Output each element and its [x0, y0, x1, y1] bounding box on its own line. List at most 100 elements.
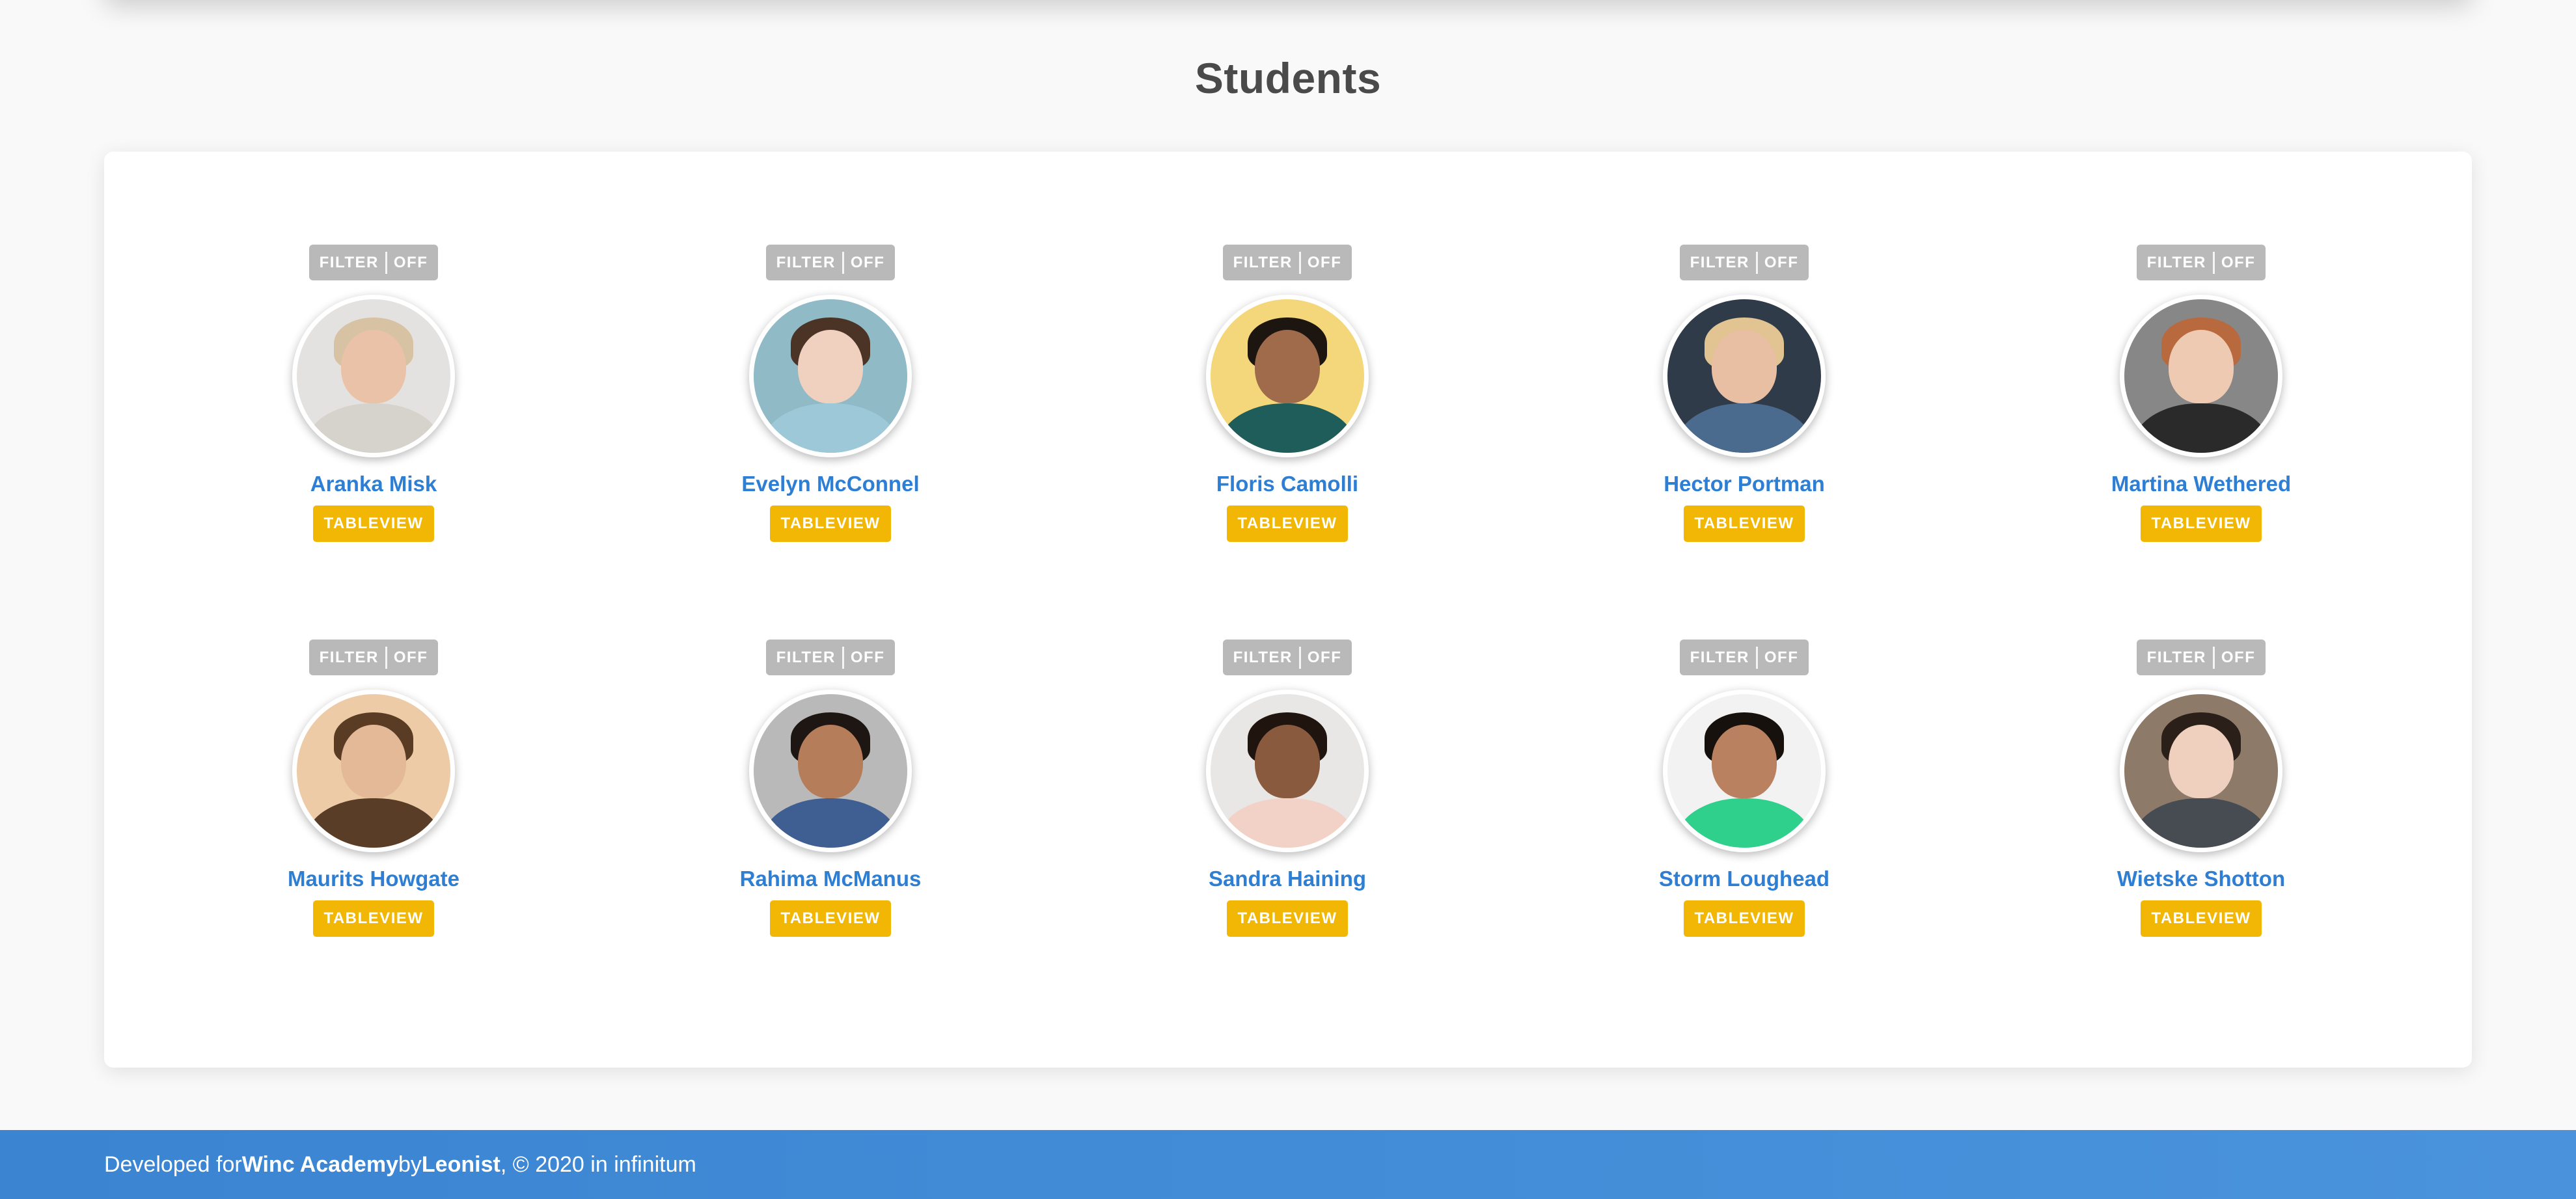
avatar-body — [304, 798, 443, 848]
filter-state: OFF — [850, 648, 885, 666]
filter-label: FILTER — [2146, 253, 2206, 271]
filter-label: FILTER — [2146, 648, 2206, 666]
avatar-head — [1255, 330, 1320, 404]
student-card: FILTER OFF Rahima McManus TABLEVIEW — [674, 640, 987, 952]
filter-divider — [1755, 251, 1758, 274]
tableview-button[interactable]: TABLEVIEW — [1684, 505, 1805, 542]
student-avatar[interactable] — [292, 690, 455, 852]
footer: Developed for Winc Academy by Leonist , … — [0, 1130, 2576, 1199]
student-card: FILTER OFF Storm Loughead TABLEVIEW — [1588, 640, 1900, 952]
filter-toggle[interactable]: FILTER OFF — [308, 245, 439, 280]
student-name[interactable]: Hector Portman — [1664, 472, 1825, 496]
filter-divider — [385, 251, 387, 274]
student-name[interactable]: Rahima McManus — [740, 867, 922, 891]
avatar-head — [2169, 725, 2234, 799]
filter-divider — [1298, 251, 1301, 274]
avatar-body — [304, 403, 443, 453]
student-avatar[interactable] — [749, 295, 912, 457]
student-avatar[interactable] — [749, 690, 912, 852]
student-card: FILTER OFF Wietske Shotton TABLEVIEW — [2045, 640, 2357, 952]
filter-divider — [2212, 646, 2215, 669]
student-avatar[interactable] — [1206, 295, 1369, 457]
tableview-button[interactable]: TABLEVIEW — [313, 505, 434, 542]
avatar-head — [798, 725, 863, 799]
avatar-head — [1255, 725, 1320, 799]
student-name[interactable]: Maurits Howgate — [288, 867, 459, 891]
avatar-head — [798, 330, 863, 404]
avatar-body — [1218, 403, 1357, 453]
filter-toggle[interactable]: FILTER OFF — [1222, 245, 1352, 280]
student-name[interactable]: Floris Camolli — [1216, 472, 1358, 496]
avatar-body — [2131, 798, 2271, 848]
student-name[interactable]: Aranka Misk — [310, 472, 437, 496]
tableview-button[interactable]: TABLEVIEW — [313, 900, 434, 937]
avatar-head — [2169, 330, 2234, 404]
student-name[interactable]: Storm Loughead — [1659, 867, 1829, 891]
avatar-body — [761, 403, 900, 453]
filter-toggle[interactable]: FILTER OFF — [765, 640, 896, 675]
student-avatar[interactable] — [1206, 690, 1369, 852]
avatar-body — [1675, 798, 1814, 848]
filter-toggle[interactable]: FILTER OFF — [2136, 640, 2266, 675]
footer-academy: Winc Academy — [241, 1152, 398, 1177]
footer-suffix: , © 2020 in infinitum — [500, 1152, 696, 1177]
avatar-body — [761, 798, 900, 848]
student-name[interactable]: Martina Wethered — [2111, 472, 2291, 496]
student-avatar[interactable] — [1663, 690, 1826, 852]
filter-divider — [842, 251, 844, 274]
filter-state: OFF — [1307, 648, 1342, 666]
student-card: FILTER OFF Martina Wethered TABLEVIEW — [2045, 245, 2357, 557]
tableview-button[interactable]: TABLEVIEW — [770, 505, 891, 542]
filter-label: FILTER — [776, 253, 836, 271]
filter-state: OFF — [2221, 648, 2256, 666]
filter-toggle[interactable]: FILTER OFF — [1679, 640, 1809, 675]
filter-state: OFF — [1307, 253, 1342, 271]
tableview-button[interactable]: TABLEVIEW — [1227, 900, 1348, 937]
filter-divider — [1755, 646, 1758, 669]
filter-label: FILTER — [1690, 253, 1749, 271]
filter-label: FILTER — [1233, 648, 1293, 666]
avatar-head — [341, 330, 406, 404]
tableview-button[interactable]: TABLEVIEW — [2141, 505, 2262, 542]
filter-label: FILTER — [1233, 253, 1293, 271]
filter-divider — [385, 646, 387, 669]
filter-state: OFF — [2221, 253, 2256, 271]
student-card: FILTER OFF Hector Portman TABLEVIEW — [1588, 245, 1900, 557]
student-avatar[interactable] — [292, 295, 455, 457]
student-avatar[interactable] — [1663, 295, 1826, 457]
student-avatar[interactable] — [2120, 690, 2282, 852]
student-card: FILTER OFF Floris Camolli TABLEVIEW — [1131, 245, 1444, 557]
avatar-body — [2131, 403, 2271, 453]
tableview-button[interactable]: TABLEVIEW — [2141, 900, 2262, 937]
avatar-head — [341, 725, 406, 799]
avatar-head — [1712, 330, 1777, 404]
filter-toggle[interactable]: FILTER OFF — [1222, 640, 1352, 675]
footer-author: Leonist — [421, 1152, 500, 1177]
filter-toggle[interactable]: FILTER OFF — [1679, 245, 1809, 280]
student-grid: FILTER OFF Aranka Misk TABLEVIEW FILTER OFF Ev… — [104, 152, 2472, 1068]
tableview-button[interactable]: TABLEVIEW — [1227, 505, 1348, 542]
filter-divider — [2212, 251, 2215, 274]
filter-state: OFF — [1764, 648, 1799, 666]
filter-toggle[interactable]: FILTER OFF — [765, 245, 896, 280]
filter-label: FILTER — [1690, 648, 1749, 666]
student-card: FILTER OFF Sandra Haining TABLEVIEW — [1131, 640, 1444, 952]
students-card: FILTER OFF Aranka Misk TABLEVIEW FILTER OFF Ev… — [104, 152, 2472, 1068]
filter-toggle[interactable]: FILTER OFF — [2136, 245, 2266, 280]
student-card: FILTER OFF Aranka Misk TABLEVIEW — [217, 245, 530, 557]
filter-state: OFF — [393, 253, 428, 271]
student-card: FILTER OFF Evelyn McConnel TABLEVIEW — [674, 245, 987, 557]
student-name[interactable]: Wietske Shotton — [2117, 867, 2285, 891]
student-name[interactable]: Evelyn McConnel — [741, 472, 919, 496]
student-name[interactable]: Sandra Haining — [1209, 867, 1366, 891]
avatar-body — [1675, 403, 1814, 453]
avatar-body — [1218, 798, 1357, 848]
filter-toggle[interactable]: FILTER OFF — [308, 640, 439, 675]
filter-label: FILTER — [319, 253, 379, 271]
tableview-button[interactable]: TABLEVIEW — [770, 900, 891, 937]
filter-divider — [1298, 646, 1301, 669]
tableview-button[interactable]: TABLEVIEW — [1684, 900, 1805, 937]
footer-prefix: Developed for — [104, 1152, 242, 1177]
student-avatar[interactable] — [2120, 295, 2282, 457]
filter-state: OFF — [850, 253, 885, 271]
